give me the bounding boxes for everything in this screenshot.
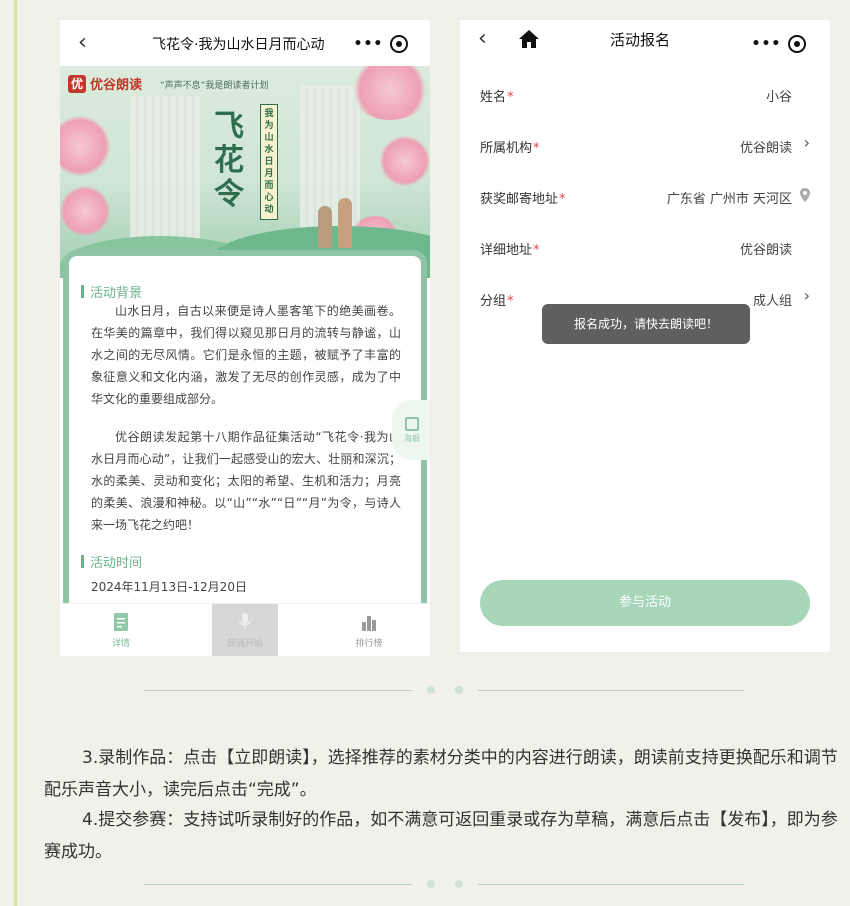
scroll-decoration [130, 96, 200, 246]
tab-label: 详情 [111, 639, 130, 649]
activity-date-range: 2024年11月13日-12月20日 [91, 580, 247, 594]
detail-address-field[interactable]: 优谷朗读 [740, 239, 792, 258]
poster-icon [405, 416, 419, 431]
instruction-step-4: 4.提交参赛：支持试听录制好的作品，如不满意可返回重录或存为草稿，满意后点击【发… [44, 810, 838, 862]
blossom-decoration [350, 66, 430, 120]
activity-content-card: 活动背景 山水日月，自古以来便是诗人墨客笔下的绝美画卷。在华美的篇章中，我们得以… [69, 256, 421, 616]
blossom-decoration [60, 116, 110, 176]
region-select[interactable]: 广东省 广州市 天河区 [667, 188, 792, 207]
section-bar [81, 555, 84, 568]
mini-program-capsule: ••• [738, 29, 820, 59]
background-paragraph-1: 山水日月，自古以来便是诗人墨客笔下的绝美画卷。在华美的篇章中，我们得以窥见那日月… [91, 304, 401, 406]
success-toast: 报名成功，请快去朗读吧！ [542, 304, 750, 344]
join-activity-button[interactable]: 参与活动 [480, 580, 810, 626]
section-title: 活动时间 [90, 556, 143, 571]
bottom-tab-bar: 详情 朗诵开始 排行榜 [60, 603, 430, 656]
close-target-icon[interactable] [390, 35, 409, 53]
close-target-icon[interactable] [788, 35, 807, 53]
group-select[interactable]: 成人组 [753, 290, 792, 309]
back-icon[interactable]: ‹ [478, 26, 487, 51]
brand-logo: 优 优谷朗读 [68, 74, 142, 93]
home-icon[interactable] [518, 28, 540, 50]
form-row-organization[interactable]: 所属机构* 优谷朗读 › [460, 121, 830, 171]
banner-subtitle: 我为山水日月而心动 [260, 104, 278, 220]
banner-slogan: “声声不息”我是朗读者计划 [160, 81, 269, 91]
poet-figure [318, 206, 332, 248]
section-heading-time: 活动时间 [81, 552, 142, 571]
tab-details[interactable]: 详情 [88, 604, 154, 656]
tab-start-reading[interactable]: 朗诵开始 [212, 604, 278, 656]
chevron-right-icon: › [803, 286, 810, 305]
field-label: 分组* [480, 294, 514, 309]
section-heading-background: 活动背景 [81, 282, 142, 301]
back-icon[interactable]: ‹ [78, 30, 87, 55]
nav-bar: ‹ 飞花令·我为山水日月而心动 ••• [60, 20, 430, 66]
mini-program-capsule: ••• [340, 29, 422, 59]
microphone-icon [238, 613, 252, 630]
leaderboard-icon [362, 616, 376, 631]
left-accent-rule [14, 0, 17, 906]
poster-label: 海报 [404, 433, 420, 443]
field-label: 详细地址* [480, 243, 540, 258]
banner-calligraphy-title: 飞花令 [214, 109, 244, 212]
registration-screen: ‹ 活动报名 ••• 姓名* 小谷 所属机构* 优谷朗读 › 获奖邮寄地址* 广… [460, 20, 830, 652]
section-divider [144, 686, 744, 696]
blossom-decoration [60, 186, 110, 236]
form-row-name[interactable]: 姓名* 小谷 [460, 70, 830, 120]
activity-detail-screen: ‹ 飞花令·我为山水日月而心动 ••• 优 优谷朗读 “声声不息”我是朗读者计划… [60, 20, 430, 656]
poster-button[interactable]: 海报 [392, 400, 430, 460]
brand-mark-icon: 优 [68, 74, 86, 93]
blossom-decoration [380, 136, 430, 186]
tab-leaderboard[interactable]: 排行榜 [336, 604, 402, 656]
tab-label: 排行榜 [355, 639, 383, 649]
more-icon[interactable]: ••• [752, 36, 782, 52]
instruction-step-3: 3.录制作品：点击【立即朗读】，选择推荐的素材分类中的内容进行朗读，朗读前支持更… [44, 748, 838, 800]
section-bar [81, 285, 84, 298]
document-icon [114, 613, 128, 631]
page-title: 飞花令·我为山水日月而心动 [152, 37, 325, 53]
tab-label: 朗诵开始 [226, 639, 263, 649]
location-pin-icon[interactable] [800, 188, 810, 202]
field-label: 姓名* [480, 90, 514, 105]
brand-name: 优谷朗读 [90, 78, 143, 93]
background-paragraph-2: 优谷朗读发起第十八期作品征集活动“飞花令·我为山水日月而心动”，让我们一起感受山… [91, 430, 401, 532]
section-divider [144, 880, 744, 890]
form-row-detail-address[interactable]: 详细地址* 优谷朗读 [460, 223, 830, 273]
page-title: 活动报名 [610, 31, 671, 49]
name-field[interactable]: 小谷 [766, 86, 792, 105]
field-label: 所属机构* [480, 141, 540, 156]
chevron-right-icon: › [803, 133, 810, 152]
organization-select[interactable]: 优谷朗读 [740, 137, 792, 156]
field-label: 获奖邮寄地址* [480, 192, 566, 207]
section-title: 活动背景 [90, 286, 143, 301]
activity-banner: 优 优谷朗读 “声声不息”我是朗读者计划 飞花令 我为山水日月而心动 [60, 66, 430, 278]
form-row-mailing-address[interactable]: 获奖邮寄地址* 广东省 广州市 天河区 [460, 172, 830, 222]
poet-figure [338, 198, 352, 248]
more-icon[interactable]: ••• [354, 36, 384, 52]
